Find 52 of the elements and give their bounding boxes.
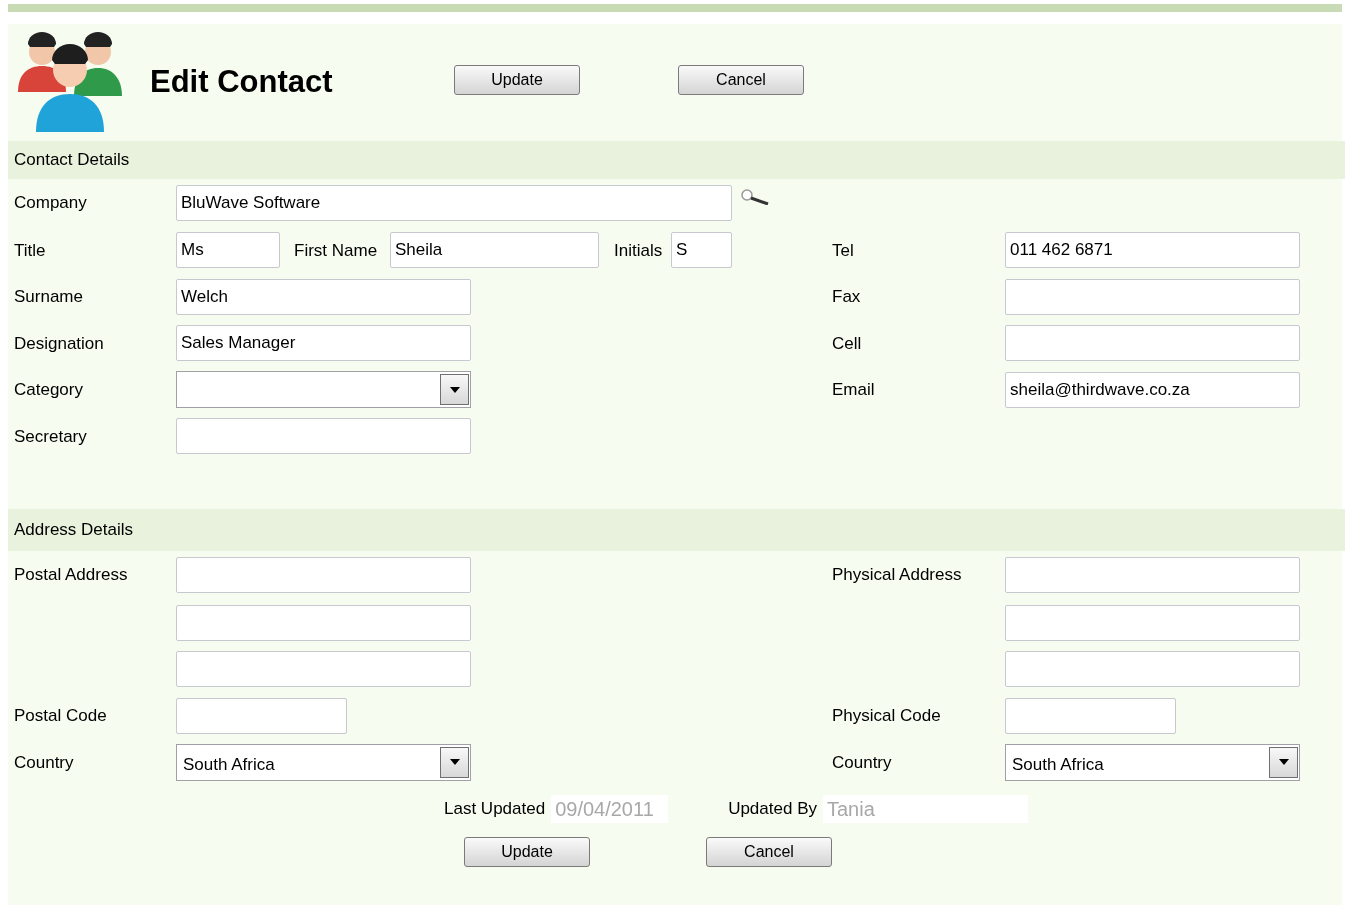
input-field[interactable]: sheila@thirdwave.co.za — [1005, 371, 1300, 408]
field-label: Fax — [832, 286, 862, 308]
input-field[interactable] — [1005, 278, 1300, 315]
dropdown[interactable] — [176, 371, 471, 409]
dropdown[interactable]: South Africa — [176, 743, 471, 781]
field-label: Title — [14, 239, 47, 262]
input-field[interactable]: Ms — [176, 232, 280, 269]
input-field[interactable] — [176, 557, 471, 593]
input-field[interactable]: Welch — [176, 278, 471, 315]
button[interactable]: Cancel — [678, 64, 804, 95]
field-label: Initials — [614, 239, 664, 262]
field-label: Country — [14, 751, 75, 774]
field-label: Country — [832, 751, 893, 774]
section-title: Address Details — [14, 518, 134, 541]
dropdown[interactable]: South Africa — [1005, 743, 1300, 781]
button[interactable]: Cancel — [706, 836, 832, 867]
read-only-field: Tania — [823, 794, 1028, 823]
field-label: Physical Address — [832, 564, 963, 587]
read-only-field: 09/04/2011 — [551, 794, 669, 823]
field-label: Secretary — [14, 425, 88, 448]
field-label: Email — [832, 379, 876, 401]
input-field[interactable] — [1005, 697, 1176, 734]
field-label: Company — [14, 192, 88, 215]
field-label: Designation — [14, 332, 105, 355]
field-label: Cell — [832, 332, 863, 355]
section-title: Contact Details — [14, 149, 130, 172]
input-field[interactable] — [176, 418, 471, 455]
input-field[interactable] — [176, 604, 471, 641]
button[interactable]: Update — [454, 64, 580, 95]
field-label: First Name — [294, 239, 379, 262]
input-field[interactable]: Sales Manager — [176, 325, 471, 362]
button[interactable]: Update — [464, 836, 590, 867]
input-field[interactable] — [176, 697, 347, 734]
field-label: Physical Code — [832, 705, 942, 727]
field-label: Category — [14, 379, 84, 401]
search-icon[interactable] — [740, 189, 770, 205]
input-field[interactable]: S — [671, 232, 732, 269]
input-field[interactable]: Sheila — [390, 232, 599, 269]
field-label: Postal Address — [14, 564, 129, 587]
input-field[interactable] — [1005, 604, 1300, 641]
field-label: Surname — [14, 286, 84, 308]
input-field[interactable] — [1005, 325, 1300, 362]
field-label: Last Updated — [444, 797, 546, 820]
input-field[interactable] — [1005, 651, 1300, 688]
field-label: Updated By — [728, 797, 817, 820]
input-field[interactable] — [1005, 557, 1300, 593]
page-title: Edit Contact — [150, 63, 334, 102]
input-field[interactable]: 011 462 6871 — [1005, 232, 1300, 269]
field-label: Postal Code — [14, 705, 108, 727]
input-field[interactable] — [176, 651, 471, 688]
input-field[interactable]: BluWave Software — [176, 185, 732, 221]
field-label: Tel — [832, 239, 855, 262]
